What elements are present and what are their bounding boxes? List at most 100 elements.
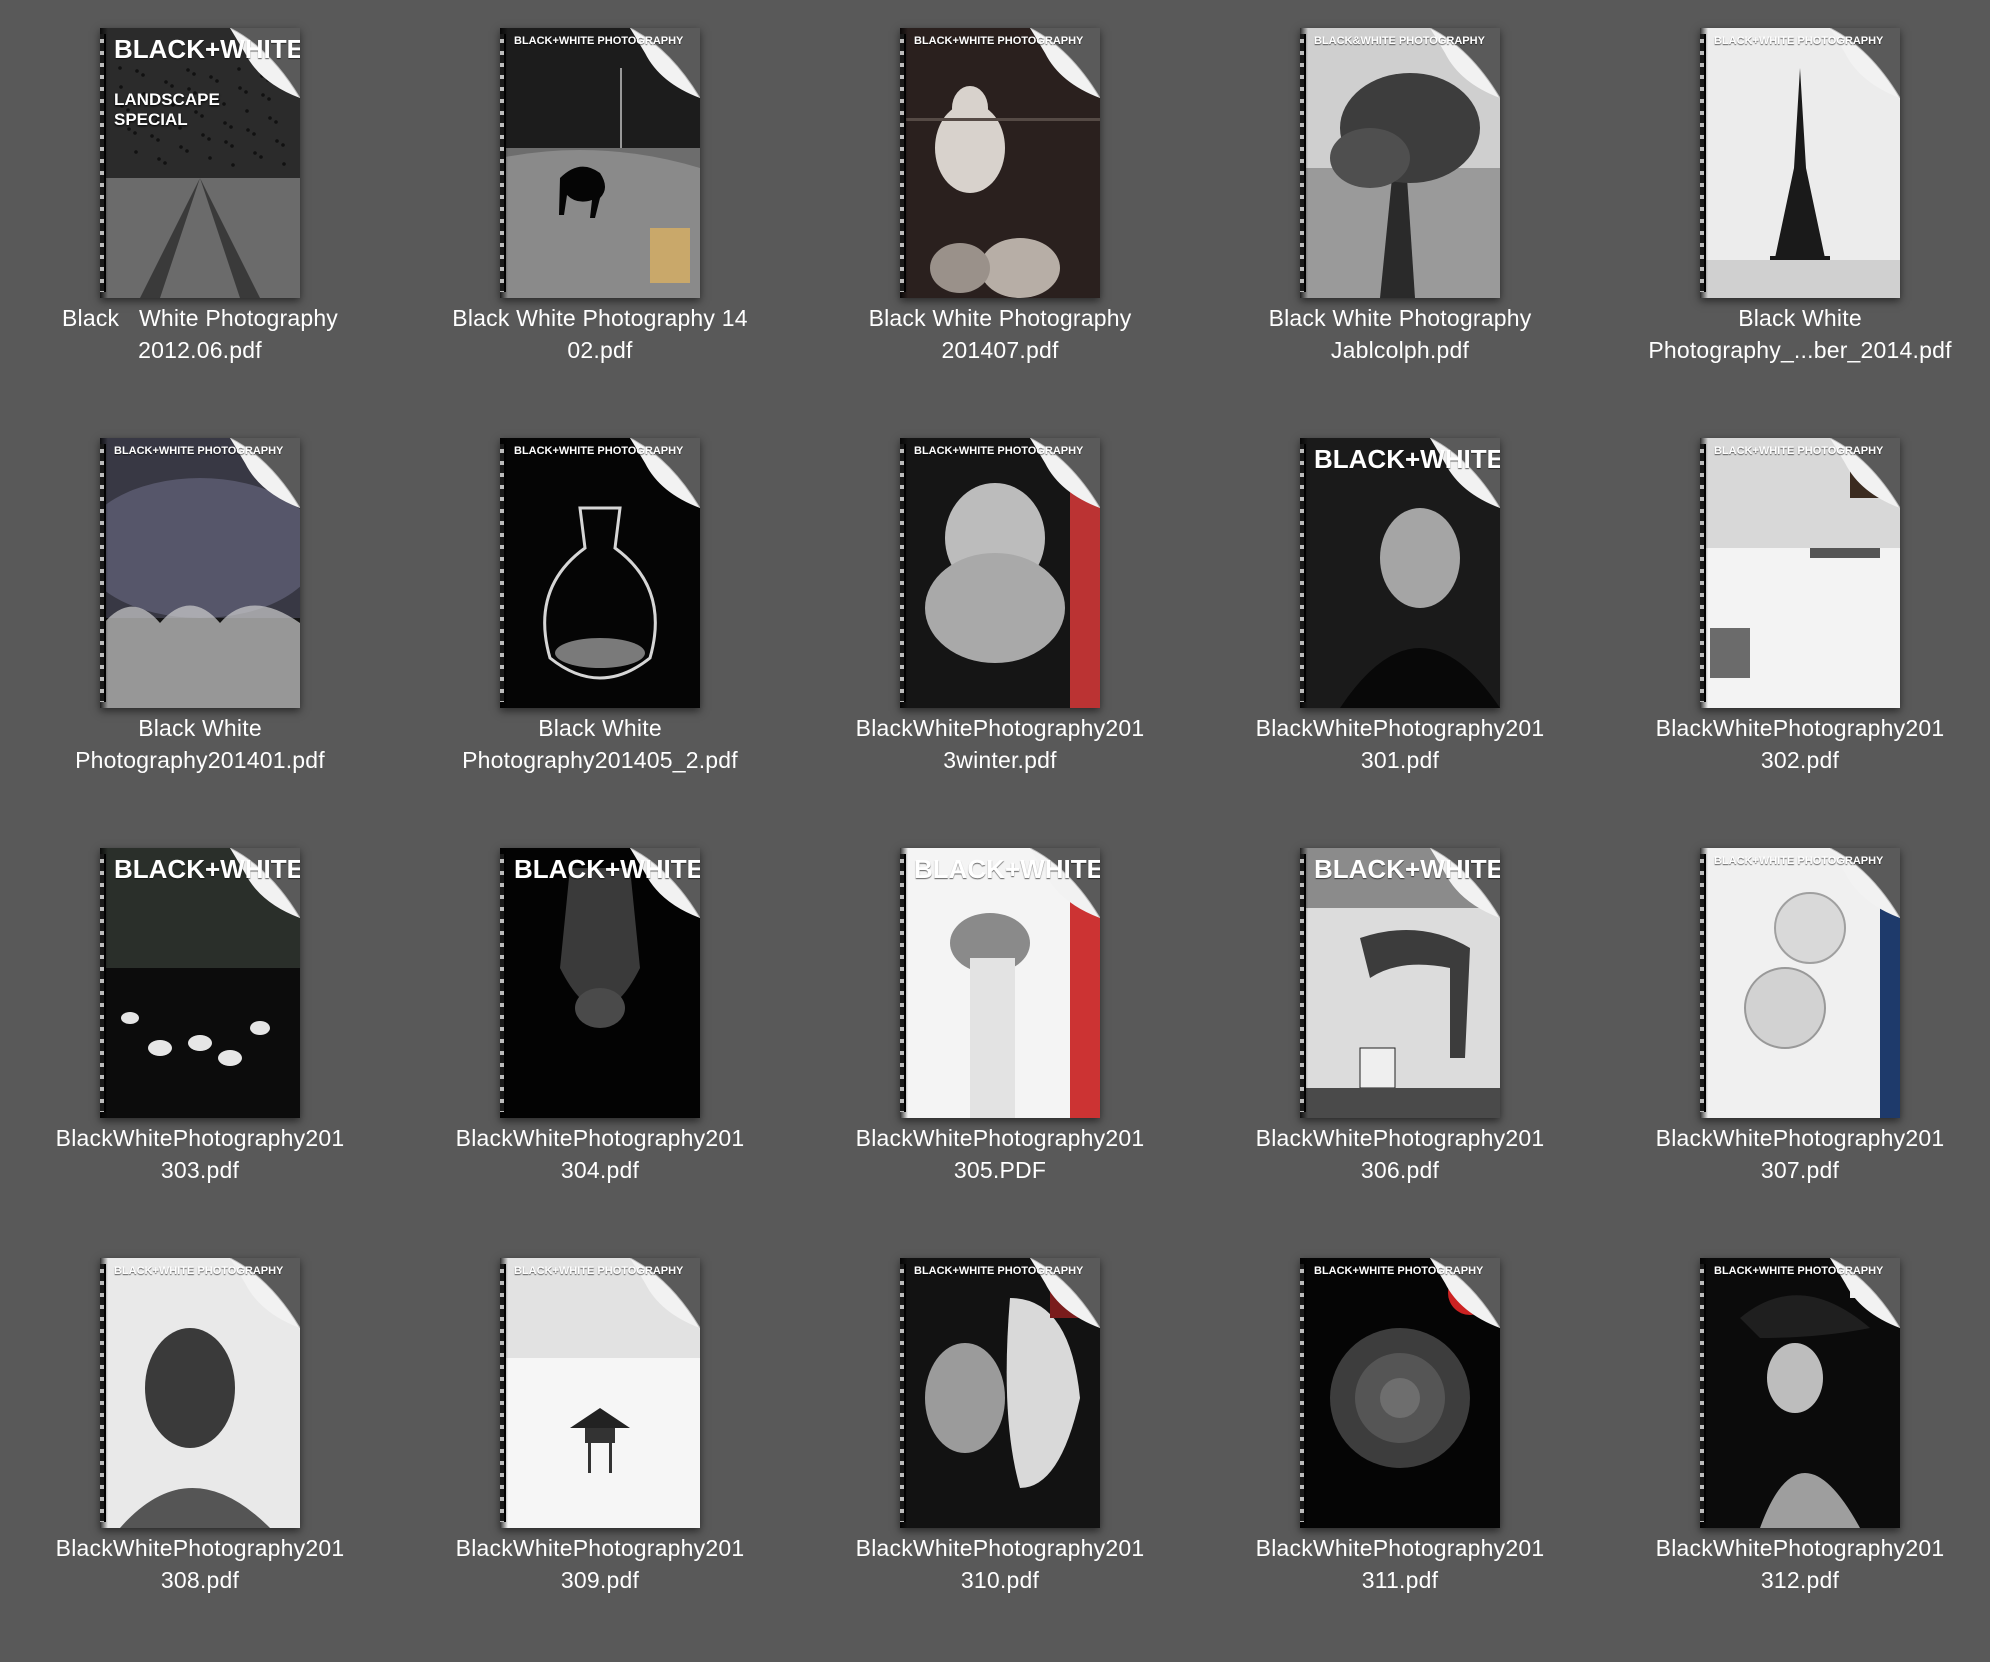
file-name-label[interactable]: BlackWhitePhotography201 3winter.pdf: [800, 712, 1200, 776]
file-item[interactable]: BLACK+WHITE PHOTOGRAPHY BlackWhitePhotogr…: [800, 410, 1200, 820]
file-name-line2: 304.pdf: [560, 1157, 640, 1183]
file-name-label[interactable]: Black White Photography_...ber_2014.pdf: [1600, 302, 1990, 366]
pdf-thumbnail[interactable]: BLACK+WHITE PHOTOGRAPHY: [1700, 848, 1900, 1118]
file-name-line1: Black White Photography: [1268, 305, 1532, 331]
file-name-label[interactable]: Black White Photography 2012.06.pdf: [0, 302, 400, 366]
file-name-label[interactable]: BlackWhitePhotography201 311.pdf: [1200, 1532, 1600, 1596]
pdf-thumbnail[interactable]: BLACK+WHITE PHOTOGRAPHY: [500, 438, 700, 708]
file-item[interactable]: BLACK+WHITE BlackWhitePhotography201 304.p…: [400, 820, 800, 1230]
pdf-thumbnail[interactable]: BLACK+WHITE PHOTOGRAPHY: [100, 438, 300, 708]
pdf-thumbnail[interactable]: BLACK+WHITE PHOTOGRAPHY: [900, 1258, 1100, 1528]
cover-masthead: BLACK+WHITE: [114, 854, 300, 884]
file-name-line2: 311.pdf: [1361, 1567, 1439, 1593]
pdf-thumbnail[interactable]: BLACK+WHITE: [100, 848, 300, 1118]
file-name-label[interactable]: BlackWhitePhotography201 308.pdf: [0, 1532, 400, 1596]
cover-masthead: BLACK+WHITE PHOTOGRAPHY: [1714, 445, 1884, 457]
file-name-label[interactable]: Black White Photography 201407.pdf: [800, 302, 1200, 366]
file-item[interactable]: BLACK+WHITE PHOTOGRAPHY BlackWhitePhotogr…: [400, 1230, 800, 1640]
file-name-line1: BlackWhitePhotography201: [1255, 715, 1545, 741]
file-item[interactable]: BLACK+WHITE PHOTOGRAPHY Black White Photo…: [800, 0, 1200, 410]
file-name-line1: BlackWhitePhotography201: [455, 1535, 745, 1561]
file-name-label[interactable]: Black White Photography201401.pdf: [0, 712, 400, 776]
spiral-binding: [900, 854, 906, 1112]
pdf-thumbnail[interactable]: BLACK+WHITE PHOTOGRAPHY: [900, 28, 1100, 298]
spiral-binding: [500, 34, 506, 292]
pdf-thumbnail[interactable]: BLACK&WHITE PHOTOGRAPHY: [1300, 28, 1500, 298]
file-item[interactable]: BLACK+WHITE PHOTOGRAPHY BlackWhitePhotogr…: [1600, 410, 1990, 820]
file-name-line2: 306.pdf: [1360, 1157, 1440, 1183]
file-name-label[interactable]: BlackWhitePhotography201 312.pdf: [1600, 1532, 1990, 1596]
file-name-line2: 312.pdf: [1760, 1567, 1840, 1593]
spiral-binding: [1300, 854, 1306, 1112]
file-item[interactable]: BLACK+WHITE LANDSCAPE SPECIAL Black White P…: [0, 0, 400, 410]
pdf-thumbnail[interactable]: BLACK+WHITE PHOTOGRAPHY: [1700, 1258, 1900, 1528]
spiral-binding: [100, 854, 106, 1112]
cover-masthead: BLACK+WHITE PHOTOGRAPHY: [514, 1265, 684, 1277]
pdf-thumbnail[interactable]: BLACK+WHITE PHOTOGRAPHY: [1700, 438, 1900, 708]
file-name-label[interactable]: BlackWhitePhotography201 306.pdf: [1200, 1122, 1600, 1186]
spiral-binding: [1300, 34, 1306, 292]
pdf-thumbnail[interactable]: BLACK+WHITE PHOTOGRAPHY: [1300, 1258, 1500, 1528]
file-name-label[interactable]: BlackWhitePhotography201 301.pdf: [1200, 712, 1600, 776]
pdf-thumbnail[interactable]: BLACK+WHITE PHOTOGRAPHY: [1700, 28, 1900, 298]
file-item[interactable]: BLACK+WHITE PHOTOGRAPHY Black White Photog…: [400, 410, 800, 820]
pdf-thumbnail[interactable]: BLACK+WHITE: [1300, 438, 1500, 708]
file-item[interactable]: BLACK+WHITE BlackWhitePhotography201 306.p…: [1200, 820, 1600, 1230]
file-item[interactable]: BLACK+WHITE PHOTOGRAPHY Black White Photog…: [1600, 0, 1990, 410]
file-name-label[interactable]: Black White Photography Jablcolph.pdf: [1200, 302, 1600, 366]
file-item[interactable]: BLACK+WHITE PHOTOGRAPHY Black White Photo…: [400, 0, 800, 410]
file-item[interactable]: BLACK+WHITE PHOTOGRAPHY Black White Photog…: [0, 410, 400, 820]
file-name-line1: Black White Photography: [61, 305, 339, 331]
file-name-label[interactable]: BlackWhitePhotography201 307.pdf: [1600, 1122, 1990, 1186]
file-name-label[interactable]: BlackWhitePhotography201 310.pdf: [800, 1532, 1200, 1596]
file-name-label[interactable]: Black White Photography201405_2.pdf: [400, 712, 800, 776]
cover-masthead: BLACK+WHITE PHOTOGRAPHY: [114, 445, 284, 457]
pdf-thumbnail[interactable]: BLACK+WHITE PHOTOGRAPHY: [100, 1258, 300, 1528]
cover-masthead: BLACK+WHITE: [1314, 444, 1500, 474]
pdf-thumbnail[interactable]: BLACK+WHITE PHOTOGRAPHY: [500, 1258, 700, 1528]
cover-masthead: BLACK&WHITE PHOTOGRAPHY: [1314, 35, 1485, 47]
spiral-binding: [1700, 854, 1706, 1112]
file-name-label[interactable]: BlackWhitePhotography201 305.PDF: [800, 1122, 1200, 1186]
cover-masthead: BLACK+WHITE: [114, 34, 300, 64]
cover-masthead: BLACK+WHITE: [1314, 854, 1500, 884]
file-name-line2: Photography201405_2.pdf: [462, 747, 738, 773]
file-item[interactable]: BLACK+WHITE PHOTOGRAPHY BlackWhitePhotogr…: [0, 1230, 400, 1640]
file-name-label[interactable]: BlackWhitePhotography201 302.pdf: [1600, 712, 1990, 776]
pdf-thumbnail[interactable]: BLACK+WHITE PHOTOGRAPHY: [900, 438, 1100, 708]
file-name-line1: Black White Photography: [868, 305, 1132, 331]
file-name-line1: Black White: [1738, 305, 1862, 331]
file-name-label[interactable]: Black White Photography 14 02.pdf: [400, 302, 800, 366]
pdf-thumbnail[interactable]: BLACK+WHITE: [500, 848, 700, 1118]
spiral-binding: [500, 1264, 506, 1522]
file-item[interactable]: BLACK+WHITE PHOTOGRAPHY BlackWhitePhotogr…: [1600, 820, 1990, 1230]
file-name-line1: BlackWhitePhotography201: [1255, 1125, 1545, 1151]
file-item[interactable]: BLACK+WHITE BlackWhitePhotography201 303.p…: [0, 820, 400, 1230]
file-name-line2: Photography_...ber_2014.pdf: [1648, 337, 1952, 363]
file-name-label[interactable]: BlackWhitePhotography201 304.pdf: [400, 1122, 800, 1186]
file-item[interactable]: BLACK&WHITE PHOTOGRAPHY Black White Photo…: [1200, 0, 1600, 410]
file-item[interactable]: BLACK+WHITE PHOTOGRAPHY BlackWhitePhotogr…: [1200, 1230, 1600, 1640]
file-name-line2: 309.pdf: [560, 1567, 640, 1593]
file-name-line1: BlackWhitePhotography201: [1655, 1125, 1945, 1151]
file-item[interactable]: BLACK+WHITE PHOTOGRAPHY BlackWhitePhotogr…: [1600, 1230, 1990, 1640]
file-item[interactable]: BLACK+WHITE PHOTOGRAPHY BlackWhitePhotogr…: [800, 1230, 1200, 1640]
spiral-binding: [500, 854, 506, 1112]
pdf-thumbnail[interactable]: BLACK+WHITE: [900, 848, 1100, 1118]
file-name-line1: BlackWhitePhotography201: [455, 1125, 745, 1151]
file-name-line1: BlackWhitePhotography201: [55, 1535, 345, 1561]
file-name-line1: BlackWhitePhotography201: [1655, 715, 1945, 741]
spiral-binding: [1300, 1264, 1306, 1522]
file-item[interactable]: BLACK+WHITE BlackWhitePhotography201 301.p…: [1200, 410, 1600, 820]
file-name-label[interactable]: BlackWhitePhotography201 303.pdf: [0, 1122, 400, 1186]
pdf-thumbnail[interactable]: BLACK+WHITE PHOTOGRAPHY: [500, 28, 700, 298]
spiral-binding: [900, 34, 906, 292]
pdf-thumbnail[interactable]: BLACK+WHITE: [1300, 848, 1500, 1118]
file-name-line2: 305.PDF: [953, 1157, 1047, 1183]
file-name-line2: 310.pdf: [960, 1567, 1040, 1593]
file-item[interactable]: BLACK+WHITE BlackWhitePhotography201 305.P…: [800, 820, 1200, 1230]
file-name-label[interactable]: BlackWhitePhotography201 309.pdf: [400, 1532, 800, 1596]
file-name-line2: 02.pdf: [567, 337, 633, 363]
pdf-thumbnail[interactable]: BLACK+WHITE LANDSCAPE SPECIAL: [100, 28, 300, 298]
cover-masthead: BLACK+WHITE PHOTOGRAPHY: [1714, 35, 1884, 47]
